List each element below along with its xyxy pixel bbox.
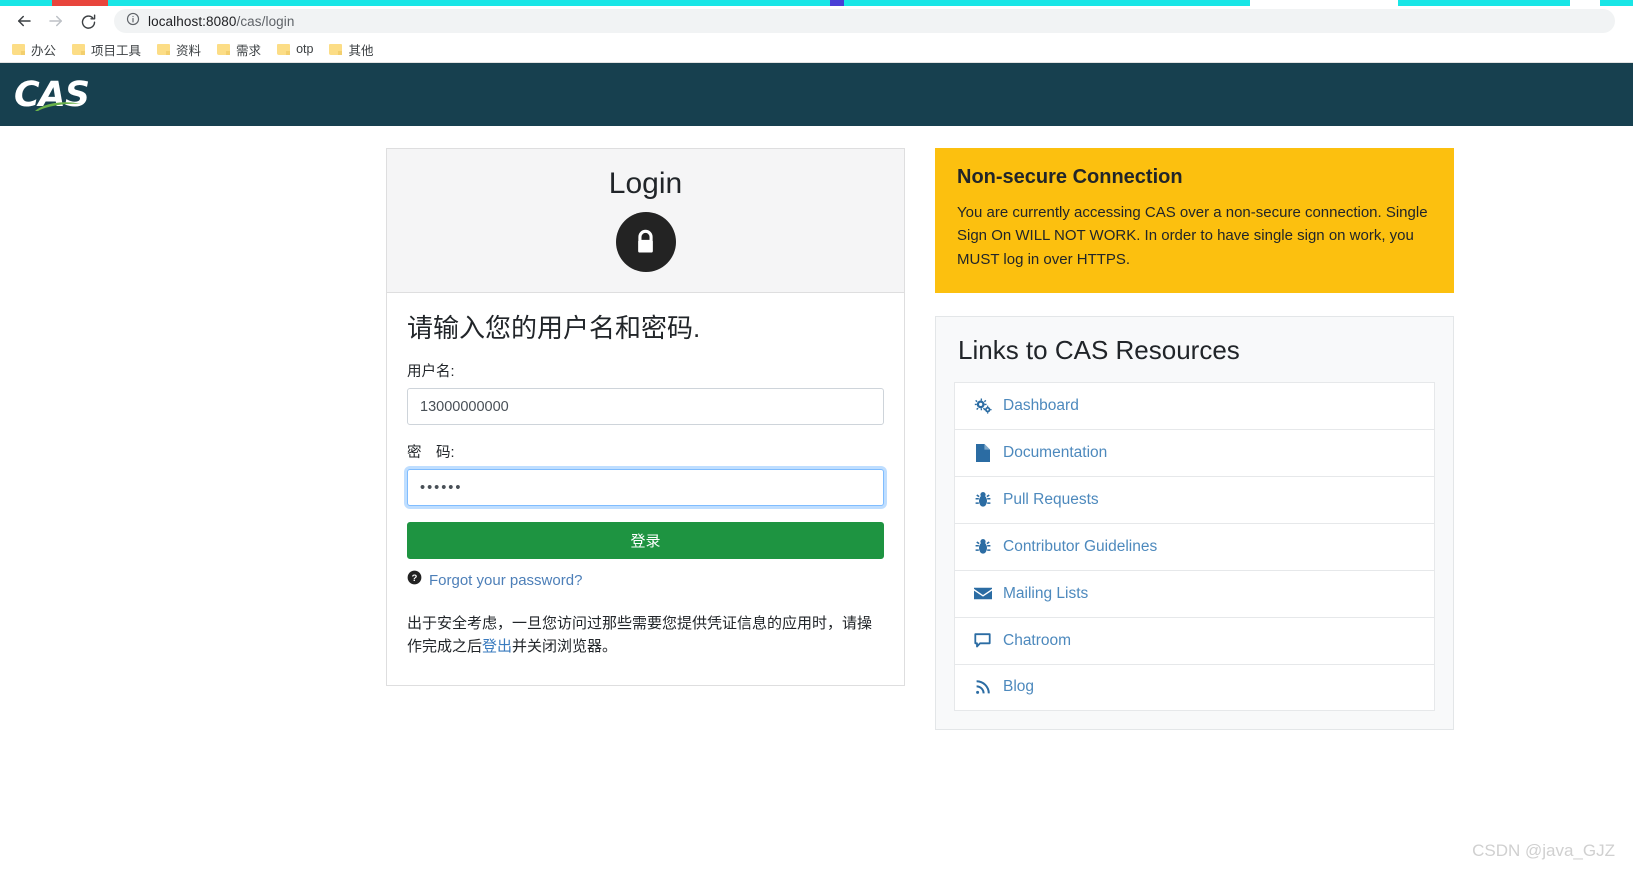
tab-gap-a xyxy=(1250,0,1398,6)
question-circle-icon: ? xyxy=(407,570,422,590)
bookmark-label: 资料 xyxy=(176,43,202,58)
security-note: 出于安全考虑，一旦您访问过那些需要您提供凭证信息的应用时，请操作完成之后登出并关… xyxy=(407,612,884,659)
lock-icon xyxy=(615,212,676,272)
resource-label: Blog xyxy=(1003,678,1035,696)
username-label: 用户名: xyxy=(407,364,455,381)
bookmark-item[interactable]: 其他 xyxy=(329,40,373,59)
login-card-header: Login xyxy=(387,149,904,293)
navigation-bar: localhost:8080/cas/login xyxy=(0,6,1633,36)
bookmark-item[interactable]: 项目工具 xyxy=(72,40,141,59)
folder-icon xyxy=(277,43,291,55)
resource-item-dashboard[interactable]: Dashboard xyxy=(954,381,1435,429)
bookmark-item[interactable]: 需求 xyxy=(217,40,261,59)
bookmark-label: 项目工具 xyxy=(91,43,142,58)
comment-icon xyxy=(973,633,992,649)
resource-item-blog[interactable]: Blog xyxy=(954,663,1435,711)
forgot-password-row[interactable]: ? Forgot your password? xyxy=(407,570,884,590)
reload-icon[interactable] xyxy=(74,7,102,35)
resource-label: Chatroom xyxy=(1003,631,1072,649)
bookmark-item[interactable]: 办公 xyxy=(12,40,56,59)
rss-icon xyxy=(973,679,992,695)
cogs-icon xyxy=(973,398,992,414)
page-title: Login xyxy=(608,167,683,200)
folder-icon xyxy=(72,43,86,55)
security-note-text-1: 出于安全考虑，一旦您访问过那些需要您提供凭证信息的应用时，请操作完成之后 xyxy=(407,615,873,656)
security-note-text-2: 并关闭浏览器。 xyxy=(512,638,618,656)
login-card: Login 请输入您的用户名和密码. 用户名: 密 码: xyxy=(386,148,905,686)
folder-icon xyxy=(329,43,343,55)
password-field-group: 密 码: xyxy=(407,441,884,507)
watermark: CSDN @java_GJZ xyxy=(1472,841,1615,860)
tab-gap-b xyxy=(1570,0,1600,6)
tab-accent-red xyxy=(52,0,108,6)
login-submit-button[interactable]: 登录 xyxy=(407,522,884,560)
password-label: 密 码: xyxy=(407,445,455,462)
sidebar-column: Non-secure Connection You are currently … xyxy=(935,148,1454,730)
bookmark-label: 办公 xyxy=(31,43,57,58)
browser-chrome: localhost:8080/cas/login 办公 项目工具 资料 需求 o… xyxy=(0,0,1633,63)
forward-arrow-icon[interactable] xyxy=(42,7,70,35)
resource-label: Pull Requests xyxy=(1003,490,1099,508)
bookmarks-bar: 办公 项目工具 资料 需求 otp 其他 xyxy=(0,36,1633,63)
warning-title: Non-secure Connection xyxy=(957,166,1183,188)
cas-resources-panel: Links to CAS Resources Dashboard Documen… xyxy=(935,315,1454,730)
envelope-icon xyxy=(973,587,992,600)
resources-list: Dashboard Documentation Pull Requests Co… xyxy=(936,381,1453,729)
folder-icon xyxy=(217,43,231,55)
bug-icon xyxy=(973,491,992,508)
resources-title: Links to CAS Resources xyxy=(958,334,1240,365)
password-input[interactable] xyxy=(407,469,884,507)
resource-item-pull-requests[interactable]: Pull Requests xyxy=(954,475,1435,523)
cas-site-header: CAS xyxy=(0,63,1633,126)
tab-accent-blue xyxy=(830,0,844,6)
folder-icon xyxy=(12,43,25,55)
bookmark-label: 需求 xyxy=(236,43,262,58)
resource-label: Mailing Lists xyxy=(1003,584,1089,602)
info-circle-icon[interactable] xyxy=(126,12,140,31)
logout-link[interactable]: 登出 xyxy=(482,638,512,655)
login-column: Login 请输入您的用户名和密码. 用户名: 密 码: xyxy=(386,148,905,730)
warning-text: You are currently accessing CAS over a n… xyxy=(957,204,1428,268)
back-arrow-icon[interactable] xyxy=(10,7,38,35)
resource-label: Dashboard xyxy=(1003,396,1079,414)
svg-text:?: ? xyxy=(412,573,418,583)
resource-item-chatroom[interactable]: Chatroom xyxy=(954,616,1435,664)
username-input[interactable] xyxy=(407,388,884,426)
resource-item-documentation[interactable]: Documentation xyxy=(954,428,1435,476)
address-bar[interactable]: localhost:8080/cas/login xyxy=(114,9,1615,33)
folder-icon xyxy=(157,43,171,55)
bug-icon xyxy=(973,538,992,555)
bookmark-label: otp xyxy=(296,42,314,56)
form-heading: 请输入您的用户名和密码. xyxy=(407,313,701,343)
bookmark-label: 其他 xyxy=(348,43,374,58)
file-icon xyxy=(973,443,992,462)
login-form: 请输入您的用户名和密码. 用户名: 密 码: 登录 ? xyxy=(387,293,904,685)
username-field-group: 用户名: xyxy=(407,360,884,426)
resource-item-mailing-lists[interactable]: Mailing Lists xyxy=(954,569,1435,617)
tab-strip[interactable] xyxy=(0,0,1633,6)
forgot-password-link[interactable]: Forgot your password? xyxy=(429,572,582,589)
cas-logo-text: CAS xyxy=(14,74,90,115)
non-secure-connection-warning: Non-secure Connection You are currently … xyxy=(935,148,1454,293)
address-bar-url: localhost:8080/cas/login xyxy=(148,13,295,29)
cas-logo[interactable]: CAS xyxy=(14,73,92,117)
page-content: Login 请输入您的用户名和密码. 用户名: 密 码: xyxy=(0,126,1633,730)
bookmark-item[interactable]: otp xyxy=(277,42,313,56)
resource-item-contributor-guidelines[interactable]: Contributor Guidelines xyxy=(954,522,1435,570)
resource-label: Contributor Guidelines xyxy=(1003,537,1158,555)
bookmark-item[interactable]: 资料 xyxy=(157,40,201,59)
resource-label: Documentation xyxy=(1003,443,1108,461)
